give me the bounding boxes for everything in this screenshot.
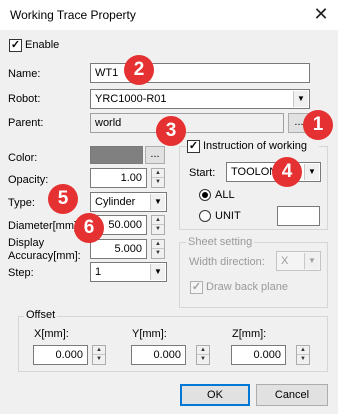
start-label: Start: [189,167,216,179]
callout-badge-1: 1 [303,110,333,140]
callout-badge-2: 2 [124,55,154,85]
spin-down-icon[interactable]: ▼ [152,249,164,258]
unit-input[interactable] [277,206,320,226]
all-radio[interactable] [199,189,211,201]
name-input[interactable]: WT1 [90,63,310,83]
offset-z-spinner[interactable]: ▲ ▼ [296,345,310,365]
color-label: Color: [8,152,38,164]
width-direction-label: Width direction: [189,256,265,268]
diameter-spinner[interactable]: ▲ ▼ [151,215,165,235]
spin-up-icon[interactable]: ▲ [297,346,309,355]
type-label: Type: [8,197,35,209]
spin-up-icon[interactable]: ▲ [152,240,164,249]
callout-badge-3: 3 [156,116,186,146]
callout-badge-5: 5 [48,184,78,214]
offset-z-label: Z[mm]: [232,328,267,340]
width-direction-value: X [281,255,289,267]
callout-badge-6: 6 [74,213,104,243]
robot-select[interactable]: YRC1000-R01 ▼ [90,89,310,109]
offset-x-input[interactable]: 0.000 [33,345,88,365]
radio-dot-icon [202,192,208,198]
offset-y-spinner[interactable]: ▲ ▼ [196,345,210,365]
diameter-label: Diameter[mm] [8,220,78,232]
draw-back-plane-label: Draw back plane [206,281,288,293]
spin-down-icon[interactable]: ▼ [297,355,309,364]
chevron-down-icon: ▼ [150,194,165,210]
width-direction-select: X ▼ [276,251,321,271]
spin-down-icon[interactable]: ▼ [197,355,209,364]
chevron-down-icon: ▼ [304,253,319,269]
type-select[interactable]: Cylinder ▼ [90,192,167,212]
instruction-group-header: ✓ Instruction of working [187,140,319,154]
display-accuracy-label-line1: Display [8,237,45,249]
offset-y-label: Y[mm]: [132,328,167,340]
opacity-label: Opacity: [8,174,49,186]
step-label: Step: [8,267,34,279]
spin-up-icon[interactable]: ▲ [152,216,164,225]
ok-button[interactable]: OK [180,384,250,406]
chevron-down-icon: ▼ [304,164,319,180]
spin-up-icon[interactable]: ▲ [93,346,105,355]
enable-label: Enable [25,39,60,51]
all-label: ALL [215,189,235,201]
unit-label: UNIT [215,210,241,222]
display-accuracy-spinner[interactable]: ▲ ▼ [151,239,165,259]
offset-x-label: X[mm]: [34,328,69,340]
spin-up-icon[interactable]: ▲ [197,346,209,355]
step-select[interactable]: 1 ▼ [90,262,167,282]
chevron-down-icon: ▼ [150,264,165,280]
offset-x-spinner[interactable]: ▲ ▼ [92,345,106,365]
cancel-button[interactable]: Cancel [256,384,328,406]
spin-down-icon[interactable]: ▼ [152,178,164,187]
opacity-spinner[interactable]: ▲ ▼ [151,168,165,188]
sheet-group-label: Sheet setting [186,236,255,248]
instruction-checkbox[interactable]: ✓ [187,140,200,153]
robot-select-value: YRC1000-R01 [95,93,167,105]
parent-field: world [90,113,284,133]
window-title: Working Trace Property [10,8,136,22]
color-swatch [90,146,143,164]
color-browse-button[interactable]: ... [145,146,165,164]
robot-label: Robot: [8,93,41,105]
start-select-value: TOOLON [231,166,278,178]
name-label: Name: [8,68,41,80]
offset-y-input[interactable]: 0.000 [131,345,186,365]
enable-checkbox[interactable]: ✓ [9,39,22,52]
callout-badge-4: 4 [272,157,302,187]
type-select-value: Cylinder [95,196,136,208]
opacity-input[interactable]: 1.00 [90,168,147,188]
offset-group-label: Offset [24,309,58,321]
display-accuracy-input[interactable]: 5.000 [90,239,147,259]
spin-down-icon[interactable]: ▼ [152,225,164,234]
display-accuracy-label-line2: Accuracy[mm]: [8,250,81,262]
instruction-label: Instruction of working [203,140,307,152]
unit-radio[interactable] [199,210,211,222]
spin-up-icon[interactable]: ▲ [152,169,164,178]
chevron-down-icon: ▼ [293,91,308,107]
close-icon[interactable]: ✕ [309,2,333,26]
draw-back-plane-checkbox: ✓ [190,281,203,294]
spin-down-icon[interactable]: ▼ [93,355,105,364]
parent-label: Parent: [8,117,44,129]
step-select-value: 1 [95,266,102,278]
offset-z-input[interactable]: 0.000 [231,345,286,365]
